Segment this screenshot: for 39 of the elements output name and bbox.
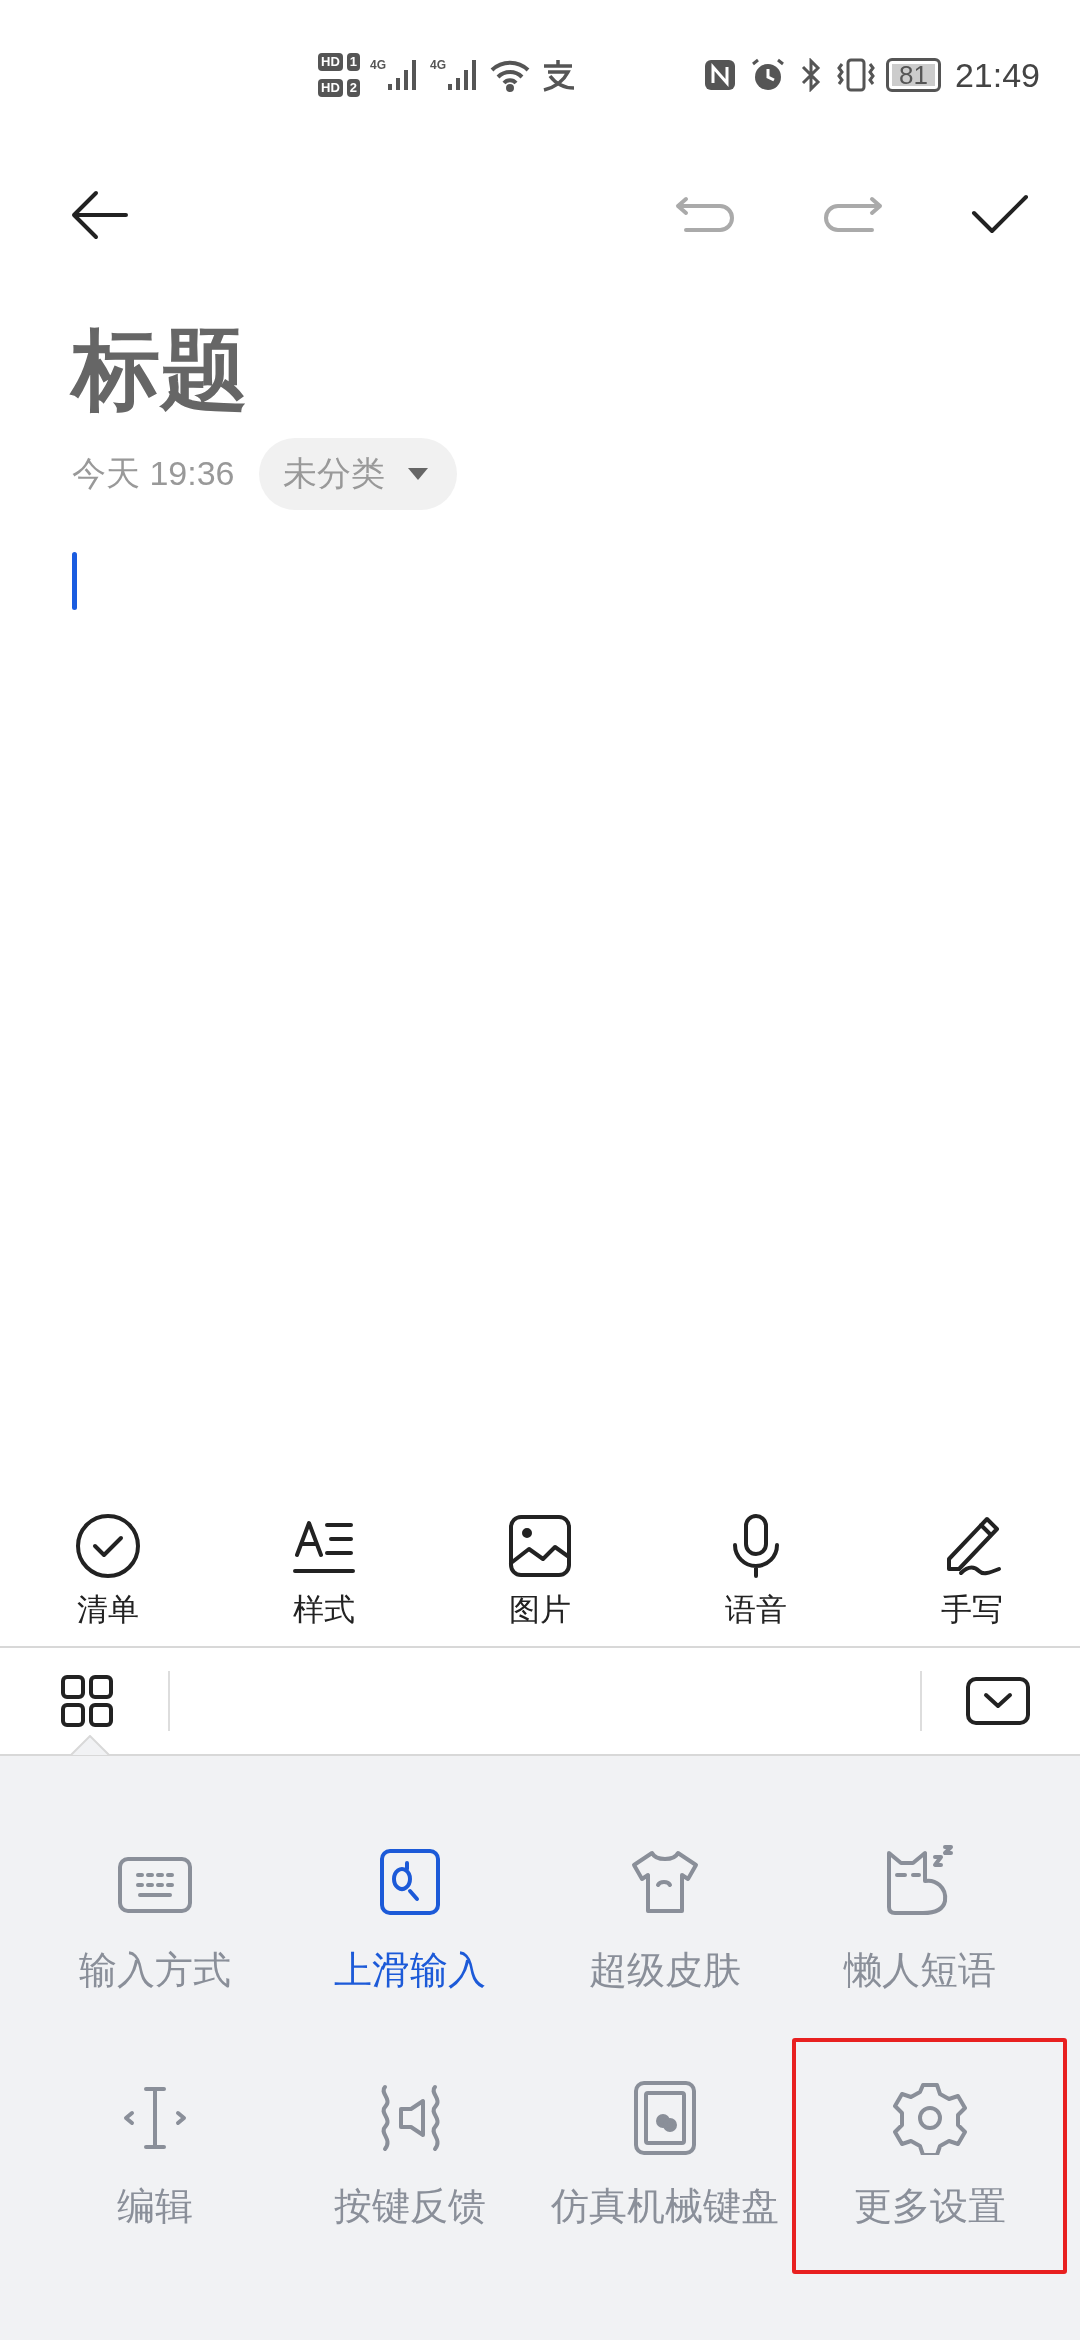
wifi-icon bbox=[490, 58, 531, 92]
panel-option[interactable]: 仿真机械键盘 bbox=[537, 2038, 792, 2274]
clock: 21:49 bbox=[954, 55, 1040, 95]
toolbar-button[interactable]: 手写 bbox=[939, 1513, 1005, 1631]
battery-indicator: 81 bbox=[886, 58, 941, 92]
toolbar-button[interactable]: 清单 bbox=[75, 1513, 141, 1631]
hd-badge: HD bbox=[318, 79, 343, 97]
note-date: 今天 19:36 bbox=[72, 453, 235, 494]
panel-option[interactable]: 编辑 bbox=[27, 2038, 282, 2274]
dropdown-icon bbox=[406, 467, 429, 481]
panel-option[interactable]: 懒人短语 bbox=[792, 1802, 1047, 2038]
chevron-down-icon bbox=[966, 1677, 1030, 1725]
category-dropdown[interactable]: 未分类 bbox=[258, 438, 457, 510]
panel-option[interactable]: 按键反馈 bbox=[282, 2038, 537, 2274]
check-circle-icon bbox=[75, 1513, 141, 1579]
toolbar-button[interactable]: 图片 bbox=[507, 1513, 573, 1631]
network-label: 4G bbox=[370, 58, 387, 72]
hd-badge: HD bbox=[318, 53, 343, 71]
panel-option[interactable]: 更多设置 bbox=[792, 2038, 1067, 2274]
bluetooth-icon bbox=[800, 58, 822, 92]
redo-icon bbox=[822, 195, 884, 235]
alarm-icon bbox=[750, 58, 786, 92]
hide-keyboard-button[interactable] bbox=[966, 1677, 1030, 1725]
sim-badge: 1 bbox=[346, 53, 360, 71]
text-cursor bbox=[72, 552, 77, 610]
toolbar-button[interactable]: 语音 bbox=[723, 1513, 789, 1631]
vibrate-icon bbox=[836, 58, 876, 92]
image-icon bbox=[507, 1513, 573, 1579]
grid-icon bbox=[60, 1674, 114, 1728]
settings-icon bbox=[892, 2080, 967, 2155]
nfc-icon bbox=[704, 59, 736, 91]
network-label: 4G bbox=[430, 58, 447, 72]
sim-badge: 2 bbox=[346, 79, 360, 97]
panel-option[interactable]: 超级皮肤 bbox=[537, 1802, 792, 2038]
panel-option[interactable]: 上滑输入 bbox=[282, 1802, 537, 2038]
toolbar-button[interactable]: 样式 bbox=[291, 1513, 357, 1631]
panel-option[interactable]: 输入方式 bbox=[27, 1802, 282, 2038]
undo-icon bbox=[674, 195, 736, 235]
menu-grid-button[interactable] bbox=[60, 1674, 114, 1728]
